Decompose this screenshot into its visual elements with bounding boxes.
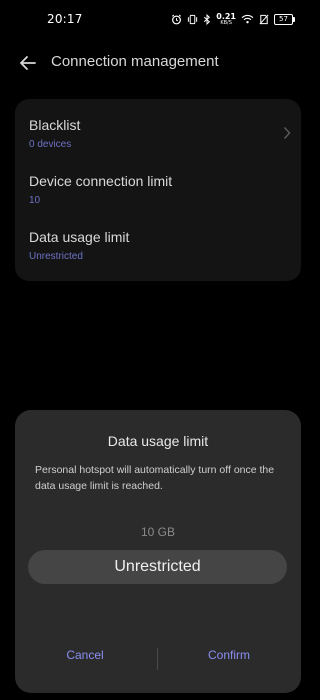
button-divider <box>157 648 158 670</box>
picker-option[interactable]: 10 GB <box>15 525 301 539</box>
confirm-button[interactable]: Confirm <box>174 648 284 662</box>
dialog-title: Data usage limit <box>107 433 209 449</box>
data-usage-limit-dialog: Data usage limit Personal hotspot will a… <box>15 410 301 693</box>
picker-selected-option[interactable]: Unrestricted <box>28 550 287 584</box>
cancel-button[interactable]: Cancel <box>30 648 140 662</box>
dialog-message: Personal hotspot will automatically turn… <box>35 464 275 492</box>
